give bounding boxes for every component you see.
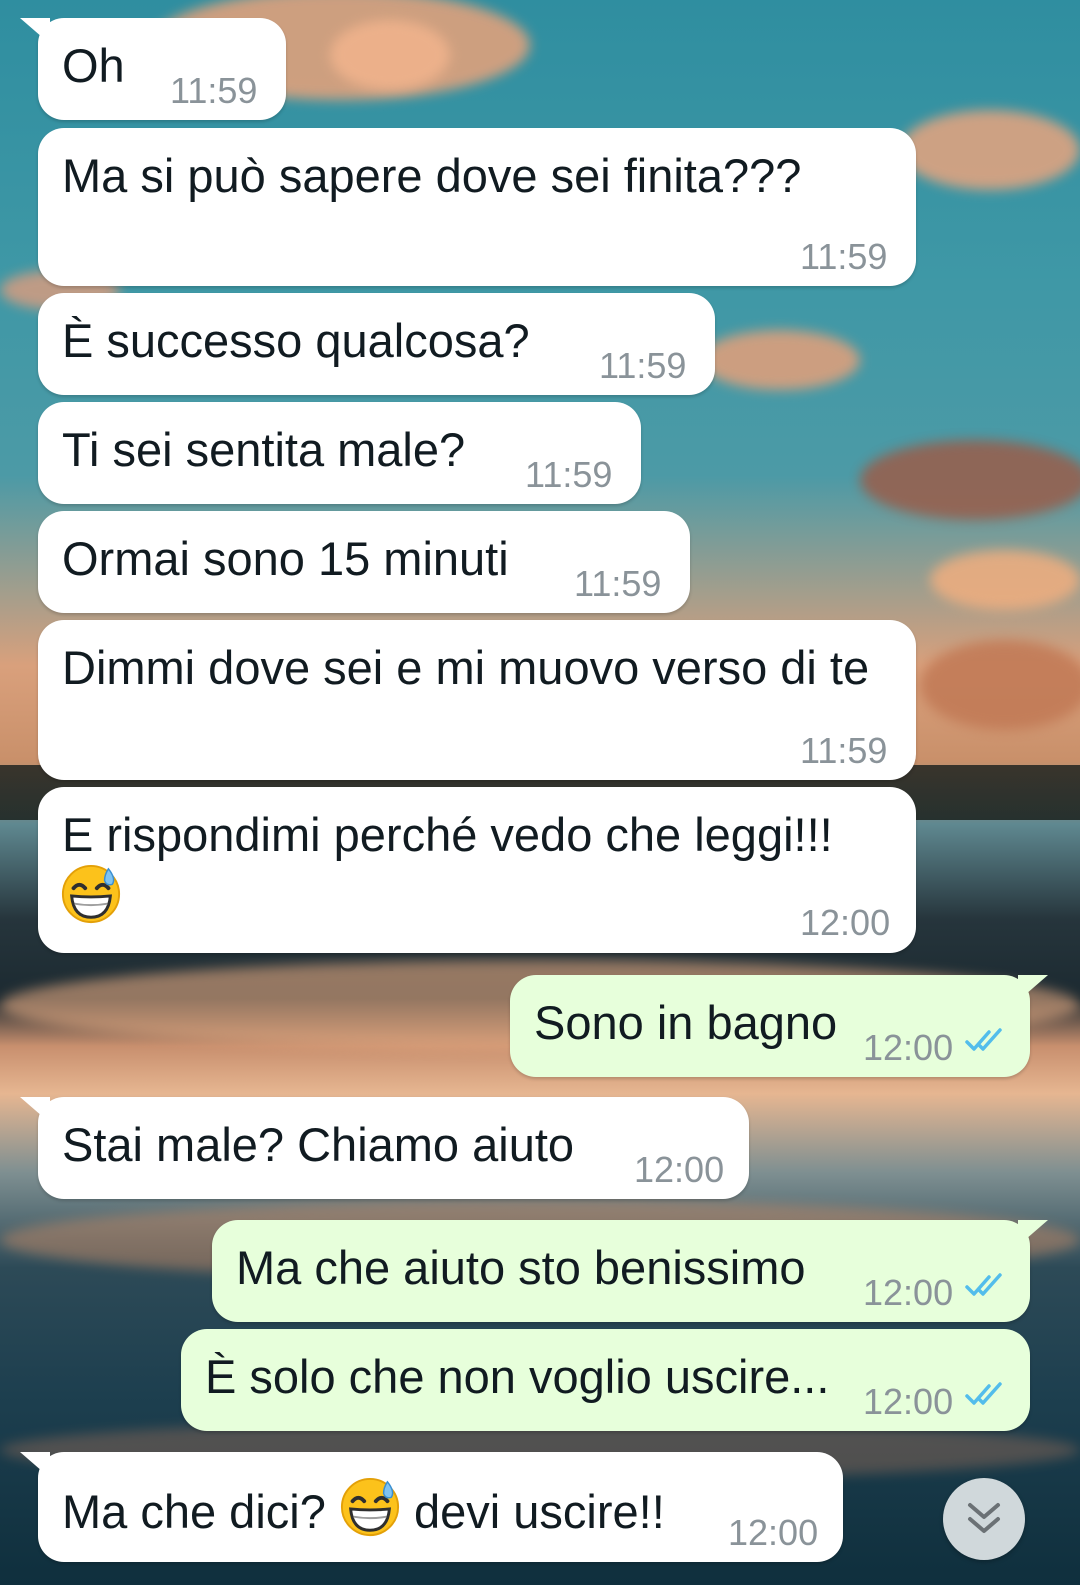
message-text-part: devi uscire!! [413, 1485, 665, 1538]
message-bubble-incoming[interactable]: Ormai sono 15 minuti 11:59 [38, 511, 690, 613]
message-text: Ti sei sentita male? [62, 423, 466, 476]
message-time: 12:00 [728, 1512, 819, 1553]
message-time: 12:00 [634, 1149, 725, 1190]
message-bubble-incoming[interactable]: E rispondimi perché vedo che leggi!!! 12… [38, 787, 916, 953]
grinning-face-with-sweat-emoji [339, 1477, 401, 1538]
message-text: È successo qualcosa? [62, 314, 530, 367]
message-bubble-incoming[interactable]: È successo qualcosa? 11:59 [38, 293, 715, 395]
message-text: È solo che non voglio uscire... [205, 1350, 830, 1403]
message-bubble-incoming[interactable]: Stai male? Chiamo aiuto 12:00 [20, 1097, 749, 1199]
message-time: 12:00 [863, 1272, 954, 1313]
message-bubble-outgoing[interactable]: È solo che non voglio uscire... 12:00 [181, 1329, 1030, 1431]
message-text: E rispondimi perché vedo che leggi!!! [62, 808, 833, 861]
message-time: 11:59 [574, 563, 662, 604]
message-time: 11:59 [525, 454, 613, 495]
message-bubble-outgoing[interactable]: Sono in bagno 12:00 [510, 975, 1048, 1077]
message-time: 11:59 [599, 345, 687, 386]
message-bubble-incoming[interactable]: Ma si può sapere dove sei finita??? 11:5… [38, 128, 916, 286]
message-bubble-incoming[interactable]: Ma che dici? devi uscire!! 12:00 [20, 1452, 843, 1562]
message-bubble-incoming[interactable]: Oh 11:59 [20, 18, 286, 120]
message-text: Stai male? Chiamo aiuto [62, 1118, 575, 1171]
message-text: Ma che dici? devi uscire!! [62, 1476, 665, 1540]
message-bubble-outgoing[interactable]: Ma che aiuto sto benissimo 12:00 [212, 1220, 1048, 1322]
message-bubble-incoming[interactable]: Ti sei sentita male? 11:59 [38, 402, 641, 504]
double-check-icon [965, 1273, 1002, 1296]
message-text: Ma si può sapere dove sei finita??? [62, 149, 802, 202]
message-time: 11:59 [800, 236, 888, 277]
message-time: 12:00 [800, 902, 891, 943]
message-time: 12:00 [863, 1381, 954, 1422]
message-text: Sono in bagno [534, 996, 838, 1049]
message-time: 11:59 [170, 70, 258, 111]
chevron-double-down-icon [968, 1503, 1000, 1533]
message-time: 12:00 [863, 1027, 954, 1068]
message-text: Ormai sono 15 minuti [62, 532, 509, 585]
message-time: 11:59 [800, 730, 888, 771]
double-check-icon [965, 1028, 1002, 1051]
message-text: Dimmi dove sei e mi muovo verso di te [62, 641, 870, 694]
message-text-part: Ma che dici? [62, 1485, 326, 1538]
grinning-face-with-sweat-emoji [60, 863, 122, 927]
chat-screen: Oh 11:59 Ma si può sapere dove sei finit… [0, 0, 1080, 1585]
message-bubble-incoming[interactable]: Dimmi dove sei e mi muovo verso di te 11… [38, 620, 916, 780]
message-text: Oh [62, 39, 125, 92]
scroll-to-bottom-button[interactable] [943, 1478, 1025, 1560]
message-text: Ma che aiuto sto benissimo [236, 1241, 806, 1294]
double-check-icon [965, 1382, 1002, 1405]
